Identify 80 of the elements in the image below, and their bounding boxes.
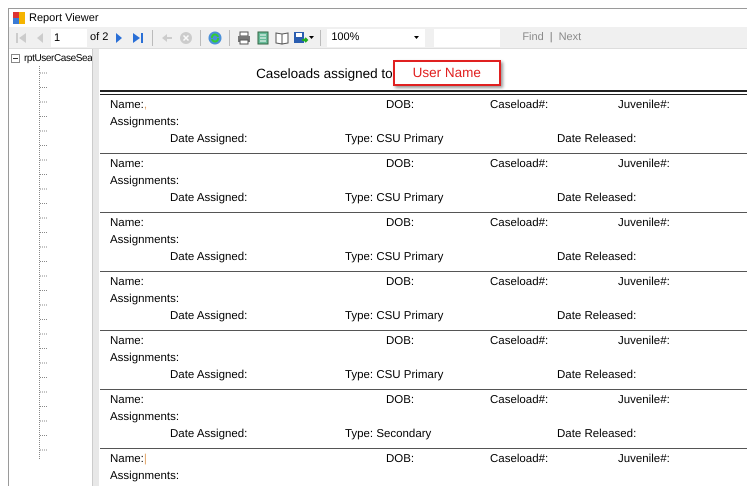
name-value: | [144,453,147,465]
assignment-type: Type: CSU Primary [345,309,444,324]
stop-icon [178,30,194,46]
name-label: Name: [110,275,145,290]
save-icon [293,30,310,46]
juvenile-label: Juvenile#: [618,334,671,349]
dob-label: DOB: [386,98,416,113]
date-released-label: Date Released: [557,132,638,147]
collapse-icon[interactable] [11,54,20,63]
date-assigned-label: Date Assigned: [170,309,248,324]
page-of-label: of [90,30,100,46]
date-assigned-label: Date Assigned: [170,427,248,442]
date-assigned-label: Date Assigned: [170,132,248,147]
print-button[interactable] [236,30,252,46]
assignments-label: Assignments: [110,174,180,189]
caseload-label: Caseload#: [490,452,550,467]
name-label: Name: [110,99,144,111]
page-field[interactable]: 1 [51,28,87,46]
assignment-type: Type: CSU Primary [345,132,444,147]
page-setup-button[interactable] [274,30,290,46]
dob-label: DOB: [386,452,416,467]
name-label: Name: [110,157,145,172]
dob-label: DOB: [386,216,416,231]
date-released-label: Date Released: [557,368,638,383]
assignments-label: Assignments: [110,469,180,484]
juvenile-label: Juvenile#: [618,157,671,172]
assignments-label: Assignments: [110,351,180,366]
assignment-type: Type: Secondary [345,427,432,442]
caseload-label: Caseload#: [490,393,550,408]
date-assigned-label: Date Assigned: [170,368,248,383]
find-field[interactable] [434,28,500,46]
juvenile-label: Juvenile#: [618,393,671,408]
caseload-label: Caseload#: [490,157,550,172]
refresh-button[interactable] [207,30,224,46]
juvenile-label: Juvenile#: [618,275,671,290]
tree-node-label[interactable]: rptUserCaseSea [24,51,92,66]
assignments-label: Assignments: [110,233,180,248]
name-label: Name: [110,216,145,231]
save-button[interactable] [293,30,310,46]
assignment-type: Type: CSU Primary [345,191,444,206]
caret-icon [309,36,314,39]
zoom-dropdown[interactable]: 100% [327,28,426,46]
assignments-label: Assignments: [110,292,180,307]
caret-icon [414,36,420,39]
name-value: , [144,99,148,111]
refresh-icon [207,30,224,46]
page-count: 2 [102,30,108,46]
print-icon [236,30,252,46]
assignments-label: Assignments: [110,115,180,130]
caseload-label: Caseload#: [490,334,550,349]
page-layout-icon [255,30,272,46]
assignment-type: Type: CSU Primary [345,250,444,265]
date-released-label: Date Released: [557,427,638,442]
date-released-label: Date Released: [557,250,638,265]
date-released-label: Date Released: [557,191,638,206]
dob-label: DOB: [386,275,416,290]
name-label: Name: [110,453,144,465]
page-setup-icon [274,30,290,46]
page-layout-button[interactable] [255,30,272,46]
name-label: Name: [110,393,145,408]
caseload-label: Caseload#: [490,98,550,113]
window-title: Report Viewer [29,10,98,26]
dob-label: DOB: [386,393,416,408]
juvenile-label: Juvenile#: [618,452,671,467]
date-assigned-label: Date Assigned: [170,250,248,265]
caseload-label: Caseload#: [490,216,550,231]
caseload-label: Caseload#: [490,275,550,290]
juvenile-label: Juvenile#: [618,98,671,113]
dob-label: DOB: [386,334,416,349]
date-released-label: Date Released: [557,309,638,324]
dob-label: DOB: [386,157,416,172]
assignments-label: Assignments: [110,410,180,425]
app-icon [13,12,25,24]
report-heading: Caseloads assigned to [256,64,393,83]
toolbar-separator: | [550,30,553,46]
juvenile-label: Juvenile#: [618,216,671,231]
user-name-highlight: User Name [392,60,501,86]
assignment-type: Type: CSU Primary [345,368,444,383]
name-label: Name: [110,334,145,349]
date-assigned-label: Date Assigned: [170,191,248,206]
